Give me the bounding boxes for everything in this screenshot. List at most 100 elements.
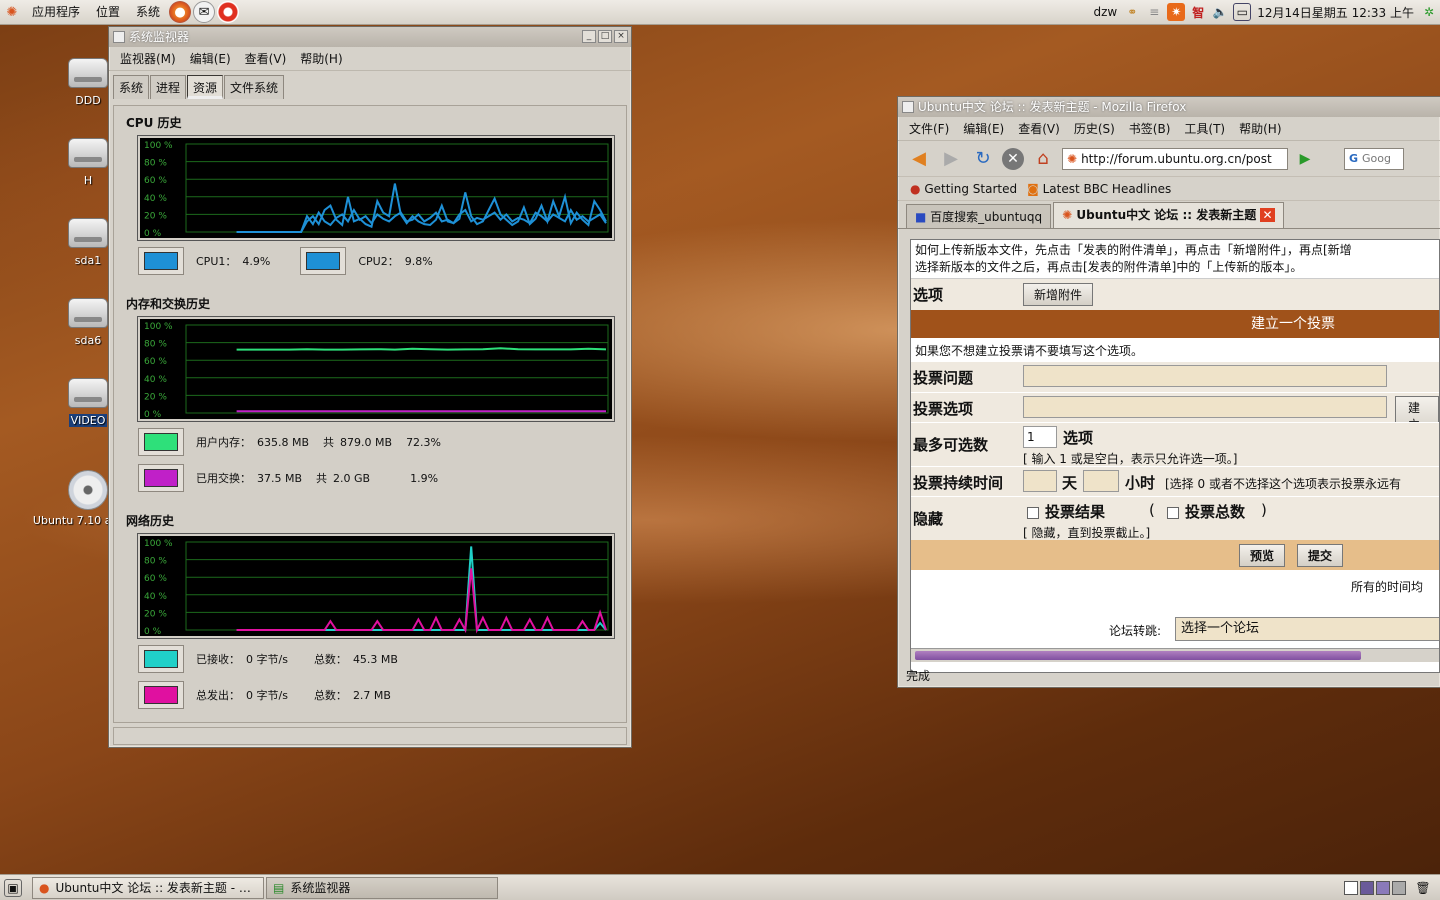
tab-close-icon[interactable]: ✕ [1260,208,1275,222]
firefox-launcher-icon[interactable]: ● [169,1,192,23]
swap-color-button[interactable] [138,464,184,492]
update-notifier-icon[interactable]: ✷ [1167,3,1186,21]
workspace-3[interactable] [1376,880,1390,895]
window-menu-icon[interactable] [902,101,914,113]
trash-icon[interactable]: 🗑 [1414,879,1432,897]
taskbar-firefox[interactable]: ● Ubuntu中文 论坛 :: 发表新主题 - … [32,876,264,899]
cpu-graph: 100 % 80 % 60 % 40 % 20 % 0 % [137,135,615,241]
menu-edit[interactable]: 编辑(E) [956,120,1011,137]
axis-tick-label: 80 % [144,159,167,169]
horizontal-scrollbar[interactable] [911,648,1439,662]
tab-ubuntu-forum[interactable]: ✺ Ubuntu中文 论坛 :: 发表新主题 ✕ [1053,202,1284,228]
input-method-icon[interactable]: 智 [1189,3,1207,21]
system-menu[interactable]: 系统 [128,0,168,25]
hide-total-option[interactable]: 投票总数 [1167,501,1245,522]
menu-file[interactable]: 文件(F) [902,120,956,137]
firefox-titlebar[interactable]: Ubuntu中文 论坛 :: 发表新主题 - Mozilla Firefox [898,97,1440,117]
show-desktop-icon[interactable]: ▣ [4,878,22,897]
sysmon-titlebar[interactable]: 系统监视器 _ □ × [109,27,631,47]
user-memory-color-button[interactable] [138,428,184,456]
menu-bookmarks[interactable]: 书签(B) [1122,120,1178,137]
hide-results-option[interactable]: 投票结果 [1027,501,1105,522]
close-button[interactable]: × [614,30,628,43]
cpu2-color-button[interactable] [300,247,347,275]
menu-monitor[interactable]: 监视器(M) [113,50,183,67]
menu-help[interactable]: 帮助(H) [1232,120,1288,137]
window-menu-icon[interactable] [113,31,125,43]
forum-jump-select[interactable]: 选择一个论坛 [1175,617,1439,641]
bookmark-bbc-headlines[interactable]: ◙ Latest BBC Headlines [1027,182,1171,196]
series-line-用户内存 [236,347,607,351]
network-icon[interactable]: ⚭ [1123,3,1141,21]
clock[interactable]: 12月14日星期五 12:33 上午 [1253,4,1418,21]
minimize-button[interactable]: _ [582,30,596,43]
help-launcher-icon[interactable] [217,1,240,23]
menu-tools[interactable]: 工具(T) [1177,120,1232,137]
scrollbar-thumb[interactable] [915,651,1361,660]
max-choices-input[interactable]: 1 [1023,426,1057,448]
back-icon[interactable]: ◀ [906,146,932,172]
user-memory-of: 共 [323,436,335,449]
user-memory-total: 879.0 MB [340,435,393,449]
user-name[interactable]: dzw [1090,5,1122,19]
menu-view[interactable]: 查看(V) [238,50,294,67]
menu-view[interactable]: 查看(V) [1011,120,1067,137]
bookmark-getting-started[interactable]: ● Getting Started [910,182,1017,196]
maximize-button[interactable]: □ [598,30,612,43]
swap-used: 37.5 MB [257,471,303,485]
preview-button[interactable]: 预览 [1239,544,1286,567]
stop-icon[interactable]: ✕ [1002,147,1024,170]
user-memory-used: 635.8 MB [257,435,310,449]
sysmon-statusbar [113,727,627,745]
hide-results-checkbox[interactable] [1027,506,1039,519]
applications-menu[interactable]: 应用程序 [24,0,88,25]
url-bar[interactable]: ✺ http://forum.ubuntu.org.cn/post [1062,147,1288,170]
firefox-menubar: 文件(F) 编辑(E) 查看(V) 历史(S) 书签(B) 工具(T) 帮助(H… [898,117,1440,141]
mail-launcher-icon[interactable]: ✉ [193,1,216,23]
reload-icon[interactable]: ↻ [970,146,996,172]
sent-legend: 总发出： 0 字节/s 总数： 2.7 MB [138,681,397,709]
cpu1-color-button[interactable] [138,247,184,275]
menu-history[interactable]: 历史(S) [1067,120,1122,137]
tab-label: Ubuntu中文 论坛 :: 发表新主题 [1076,208,1257,222]
menu-edit[interactable]: 编辑(E) [183,50,238,67]
url-text: http://forum.ubuntu.org.cn/post [1081,151,1272,166]
cpu-graph-svg: 100 % 80 % 60 % 40 % 20 % 0 % [144,141,609,238]
workspace-1[interactable] [1344,880,1358,895]
user-memory-label: 用户内存： [196,436,251,449]
fast-user-switch-icon[interactable]: ✲ [1420,3,1438,21]
forward-icon[interactable]: ▶ [938,146,964,172]
duration-hours-input[interactable] [1083,470,1119,492]
tab-baidu[interactable]: ■ 百度搜索_ubuntuqq [906,204,1052,228]
home-icon[interactable]: ⌂ [1030,146,1056,172]
tab-resources[interactable]: 资源 [187,75,224,99]
received-color-button[interactable] [138,645,184,673]
hide-label: 隐藏 [913,510,944,528]
tab-processes[interactable]: 进程 [150,75,187,99]
duration-days-input[interactable] [1023,470,1057,492]
axis-tick-label: 60 % [144,357,167,367]
series-line-已接收 [236,546,607,631]
axis-tick-label: 0 % [144,410,162,419]
poll-option-input[interactable] [1023,396,1387,418]
taskbar-system-monitor[interactable]: ▤ 系统监视器 [266,876,498,899]
plot-frame [185,324,609,414]
add-attachment-button[interactable]: 新增附件 [1023,283,1094,306]
firefox-task-icon: ● [39,880,50,895]
tab-system[interactable]: 系统 [113,75,150,99]
search-box[interactable]: G Goog [1344,147,1404,170]
ubuntu-logo-icon[interactable]: ✺ [1,1,23,23]
poll-question-input[interactable] [1023,365,1387,387]
places-menu[interactable]: 位置 [88,0,128,25]
hours-unit: 小时 [1125,474,1156,492]
menu-help[interactable]: 帮助(H) [293,50,349,67]
volume-icon[interactable]: 🔈 [1211,3,1229,21]
go-icon[interactable]: ▶ [1292,146,1318,172]
workspace-2[interactable] [1360,880,1374,895]
hide-total-checkbox[interactable] [1167,506,1179,519]
sent-color-button[interactable] [138,681,184,709]
submit-button[interactable]: 提交 [1297,544,1344,567]
network-manager-icon[interactable]: ▭ [1233,3,1252,21]
workspace-4[interactable] [1392,880,1406,895]
tab-filesystems[interactable]: 文件系统 [224,75,285,99]
